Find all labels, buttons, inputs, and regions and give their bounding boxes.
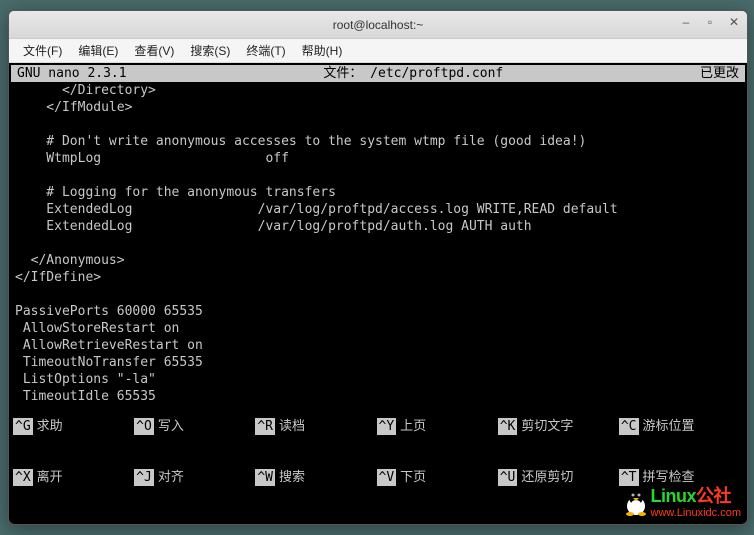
- menu-edit[interactable]: 编辑(E): [70, 40, 126, 61]
- menu-terminal[interactable]: 终端(T): [238, 40, 293, 61]
- shortcut-label: 下页: [396, 469, 426, 486]
- shortcut-cell: ^R读档: [255, 418, 376, 435]
- shortcut-key: ^K: [498, 418, 518, 435]
- shortcut-key: ^W: [255, 469, 275, 486]
- shortcut-label: 离开: [33, 469, 63, 486]
- shortcut-cell: ^G求助: [13, 418, 134, 435]
- editor-body[interactable]: </Directory> </IfModule> # Don't write a…: [11, 82, 745, 405]
- shortcut-key: ^Y: [377, 418, 397, 435]
- menu-help[interactable]: 帮助(H): [294, 40, 351, 61]
- shortcut-cell: ^O写入: [134, 418, 255, 435]
- shortcut-label: 写入: [154, 418, 184, 435]
- menubar: 文件(F) 编辑(E) 查看(V) 搜索(S) 终端(T) 帮助(H): [9, 39, 747, 63]
- shortcut-cell: ^X离开: [13, 469, 134, 486]
- shortcut-key: ^O: [134, 418, 154, 435]
- shortcut-label: 拼写检查: [639, 469, 695, 486]
- shortcut-key: ^T: [619, 469, 639, 486]
- shortcut-label: 搜索: [275, 469, 305, 486]
- maximize-button[interactable]: ▫: [703, 15, 717, 29]
- nano-status: 已更改: [700, 65, 739, 82]
- nano-file-path: /etc/proftpd.conf: [370, 65, 503, 82]
- shortcut-cell: ^K剪切文字: [498, 418, 619, 435]
- shortcut-label: 读档: [275, 418, 305, 435]
- shortcut-label: 上页: [396, 418, 426, 435]
- nano-header: GNU nano 2.3.1 文件： /etc/proftpd.conf 已更改: [11, 65, 745, 82]
- nano-shortcuts: ^G求助^O写入^R读档^Y上页^K剪切文字^C游标位置 ^X离开^J对齐^W搜…: [13, 384, 743, 520]
- nano-file-label: 文件：: [323, 65, 362, 82]
- shortcut-label: 求助: [33, 418, 63, 435]
- menu-view[interactable]: 查看(V): [126, 40, 182, 61]
- close-button[interactable]: ✕: [727, 15, 741, 29]
- shortcut-label: 还原剪切: [517, 469, 573, 486]
- nano-app-name: GNU nano 2.3.1: [17, 65, 127, 82]
- shortcut-key: ^J: [134, 469, 154, 486]
- window-controls: – ▫ ✕: [679, 15, 741, 29]
- shortcut-key: ^U: [498, 469, 518, 486]
- menu-file[interactable]: 文件(F): [15, 40, 70, 61]
- shortcut-cell: ^V下页: [377, 469, 498, 486]
- shortcut-cell: ^T拼写检查: [619, 469, 740, 486]
- shortcut-key: ^X: [13, 469, 33, 486]
- terminal-window: root@localhost:~ – ▫ ✕ 文件(F) 编辑(E) 查看(V)…: [8, 10, 748, 525]
- menu-search[interactable]: 搜索(S): [182, 40, 238, 61]
- shortcut-key: ^V: [377, 469, 397, 486]
- shortcut-cell: ^W搜索: [255, 469, 376, 486]
- shortcut-cell: ^C游标位置: [619, 418, 740, 435]
- window-title: root@localhost:~: [333, 18, 424, 32]
- terminal-area[interactable]: GNU nano 2.3.1 文件： /etc/proftpd.conf 已更改…: [9, 63, 747, 524]
- shortcut-cell: ^J对齐: [134, 469, 255, 486]
- shortcut-key: ^C: [619, 418, 639, 435]
- titlebar: root@localhost:~ – ▫ ✕: [9, 11, 747, 39]
- shortcut-cell: ^Y上页: [377, 418, 498, 435]
- shortcut-label: 剪切文字: [517, 418, 573, 435]
- minimize-button[interactable]: –: [679, 15, 693, 29]
- shortcut-label: 游标位置: [639, 418, 695, 435]
- shortcut-cell: ^U还原剪切: [498, 469, 619, 486]
- shortcut-key: ^R: [255, 418, 275, 435]
- shortcut-label: 对齐: [154, 469, 184, 486]
- shortcut-key: ^G: [13, 418, 33, 435]
